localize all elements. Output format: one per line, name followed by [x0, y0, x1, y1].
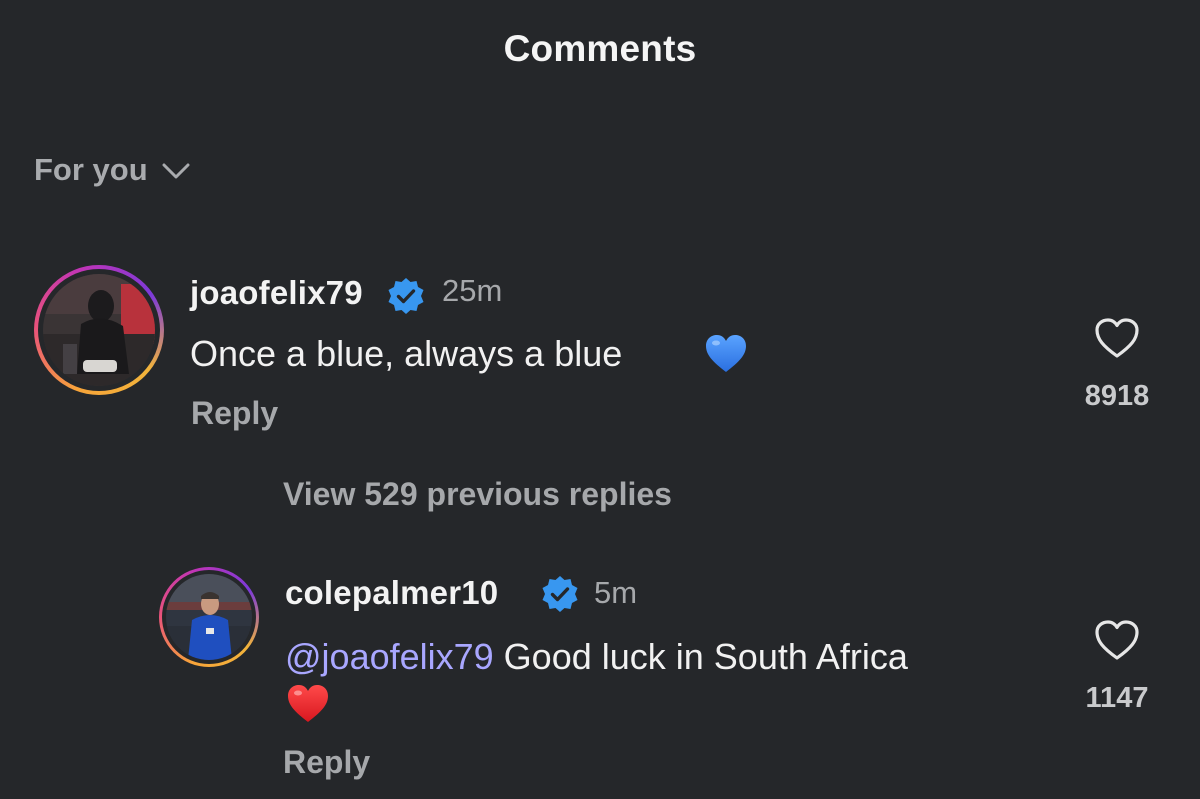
like-heart-icon[interactable]	[1093, 316, 1141, 360]
comments-sheet: Comments For you joaofelix79 25m Once a …	[0, 0, 1200, 799]
like-heart-icon[interactable]	[1093, 618, 1141, 662]
comment-time: 25m	[442, 273, 503, 308]
view-previous-replies-button[interactable]: View 529 previous replies	[283, 476, 672, 513]
like-count: 8918	[1084, 380, 1150, 412]
mention-link[interactable]: @joaofelix79	[285, 636, 494, 677]
comment-username[interactable]: joaofelix79	[190, 274, 363, 312]
verified-badge-icon	[542, 576, 578, 612]
blue-heart-icon	[706, 335, 746, 372]
avatar-photo	[166, 574, 252, 660]
reply-username[interactable]: colepalmer10	[285, 574, 498, 612]
like-count: 1147	[1085, 682, 1149, 714]
reply-time: 5m	[594, 575, 638, 610]
comment-text: Once a blue, always a blue	[190, 333, 623, 374]
chevron-down-icon	[162, 163, 190, 179]
reply-text-body: Good luck in South Africa	[493, 636, 908, 677]
reply-button[interactable]: Reply	[191, 395, 278, 432]
avatar-photo	[43, 274, 155, 386]
reply-button[interactable]: Reply	[283, 744, 370, 781]
verified-badge-icon	[388, 278, 424, 314]
sheet-title: Comments	[503, 28, 697, 69]
avatar[interactable]	[159, 567, 259, 667]
reply-text: @joaofelix79 Good luck in South Africa	[285, 636, 1065, 678]
sort-dropdown[interactable]: For you	[34, 152, 190, 188]
sort-label: For you	[34, 152, 148, 187]
red-heart-icon	[288, 685, 328, 722]
avatar[interactable]	[34, 265, 164, 395]
